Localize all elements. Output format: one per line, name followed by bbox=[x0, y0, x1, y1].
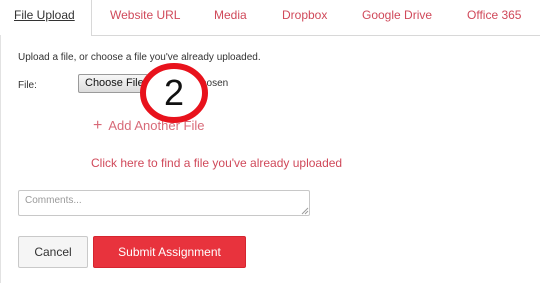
resize-grip-icon[interactable] bbox=[301, 207, 309, 215]
step-number: 2 bbox=[163, 72, 185, 113]
tab-media[interactable]: Media bbox=[214, 0, 247, 35]
tab-label: Dropbox bbox=[282, 8, 328, 22]
tab-label: Website URL bbox=[110, 8, 181, 22]
tab-file-upload[interactable]: File Upload bbox=[0, 0, 92, 36]
cancel-button[interactable]: Cancel bbox=[18, 236, 88, 268]
plus-icon: + bbox=[93, 117, 103, 134]
comments-field[interactable] bbox=[18, 190, 310, 216]
tab-label: Google Drive bbox=[362, 8, 433, 22]
tab-label: File Upload bbox=[14, 8, 75, 22]
file-label: File: bbox=[18, 80, 37, 91]
assignment-submission-panel: File Upload Website URL Media Dropbox Go… bbox=[0, 0, 540, 283]
tab-label: Media bbox=[214, 8, 247, 22]
find-uploaded-file-link[interactable]: Click here to find a file you've already… bbox=[91, 156, 342, 170]
panel-border bbox=[0, 35, 1, 283]
choose-file-button[interactable]: Choose File bbox=[78, 74, 148, 93]
submission-tabs: File Upload Website URL Media Dropbox Go… bbox=[0, 0, 540, 36]
tab-google-drive[interactable]: Google Drive bbox=[362, 0, 432, 35]
tab-dropbox[interactable]: Dropbox bbox=[282, 0, 327, 35]
submit-assignment-button[interactable]: Submit Assignment bbox=[93, 236, 246, 268]
tab-label: Office 365 bbox=[467, 8, 522, 22]
tab-website-url[interactable]: Website URL bbox=[110, 0, 180, 35]
tab-office-365[interactable]: Office 365 bbox=[467, 0, 521, 35]
